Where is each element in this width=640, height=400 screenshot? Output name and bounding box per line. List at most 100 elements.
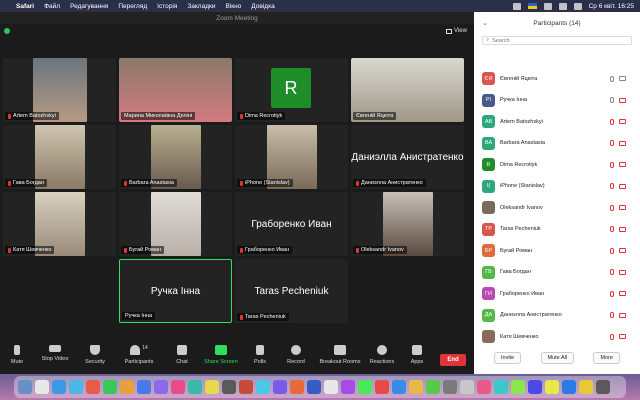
video-tile[interactable]: Oleksandr Ivanov: [351, 192, 464, 256]
record-button[interactable]: Record: [277, 345, 315, 365]
security-button[interactable]: Security: [76, 345, 114, 365]
video-off-icon: [619, 248, 626, 254]
video-tile[interactable]: Taras Pecheniuk Taras Pecheniuk: [235, 259, 348, 323]
dock-app-icon[interactable]: [171, 380, 185, 394]
participant-row[interactable]: ГИ Граборенко Иван: [474, 283, 640, 305]
menu-edit[interactable]: Редагування: [70, 3, 108, 10]
video-tile[interactable]: iPhone (Stanislav): [235, 125, 348, 189]
end-meeting-button[interactable]: End: [440, 354, 466, 366]
dock-app-icon[interactable]: [562, 380, 576, 394]
dock-app-icon[interactable]: [137, 380, 151, 394]
reactions-button[interactable]: Reactions: [363, 345, 401, 365]
dock-app-icon[interactable]: [494, 380, 508, 394]
participant-name: Dima Recrotiyk: [500, 161, 538, 168]
share-screen-button[interactable]: Share Screen: [202, 345, 240, 365]
dock-app-icon[interactable]: [239, 380, 253, 394]
video-tile[interactable]: Гава Богдан: [3, 125, 116, 189]
video-tile-active-speaker[interactable]: Ручка Інна Ручка Інна: [119, 259, 232, 323]
video-tile[interactable]: Марина Миколаївна Деліні: [119, 58, 232, 122]
invite-button[interactable]: Invite: [494, 352, 522, 364]
participant-row[interactable]: ГБ Гава Богдан: [474, 262, 640, 284]
dock-app-icon[interactable]: [188, 380, 202, 394]
dock-app-icon[interactable]: [460, 380, 474, 394]
keyboard-layout-icon[interactable]: [527, 3, 537, 9]
dock-app-icon[interactable]: [273, 380, 287, 394]
dock-app-icon[interactable]: [290, 380, 304, 394]
participant-row[interactable]: AB Artem Batozhskyi: [474, 111, 640, 133]
dock-app-icon[interactable]: [52, 380, 66, 394]
video-tile[interactable]: Artem Batozhskyi: [3, 58, 116, 122]
dock-app-icon[interactable]: [375, 380, 389, 394]
mute-all-button[interactable]: Mute All: [540, 352, 575, 364]
participant-status-icons: [610, 118, 626, 125]
video-tile[interactable]: Граборенко Иван Граборенко Иван: [235, 192, 348, 256]
menu-help[interactable]: Довідка: [251, 3, 274, 10]
participant-row[interactable]: R Dima Recrotiyk: [474, 154, 640, 176]
panel-title: Participants (14): [533, 19, 581, 27]
dock-app-icon[interactable]: [154, 380, 168, 394]
dock-app-icon[interactable]: [579, 380, 593, 394]
participant-row[interactable]: Катя Шевченко: [474, 326, 640, 348]
dock-app-icon[interactable]: [392, 380, 406, 394]
view-button[interactable]: View: [446, 28, 467, 34]
dock-app-icon[interactable]: [409, 380, 423, 394]
menu-app[interactable]: Safari: [16, 3, 34, 10]
dock-app-icon[interactable]: [222, 380, 236, 394]
video-tile[interactable]: Бугай Роман: [119, 192, 232, 256]
dock-app-icon[interactable]: [35, 380, 49, 394]
search-input[interactable]: [492, 37, 603, 44]
dock-app-icon[interactable]: [358, 380, 372, 394]
control-center-icon[interactable]: [573, 2, 582, 10]
dock-app-icon[interactable]: [545, 380, 559, 394]
dock-app-icon[interactable]: [426, 380, 440, 394]
menu-file[interactable]: Файл: [44, 3, 60, 10]
dock-app-icon[interactable]: [103, 380, 117, 394]
zoom-status-icon[interactable]: [512, 2, 521, 10]
breakout-rooms-button[interactable]: Breakout Rooms: [319, 345, 361, 365]
dock-app-icon[interactable]: [18, 380, 32, 394]
stop-video-button[interactable]: Stop Video: [36, 345, 74, 362]
polls-button[interactable]: Polls: [241, 345, 279, 365]
participant-search[interactable]: ⌕: [482, 36, 632, 45]
dock-app-icon[interactable]: [324, 380, 338, 394]
dock-app-icon[interactable]: [256, 380, 270, 394]
mute-button[interactable]: Mute: [0, 345, 36, 365]
participant-row[interactable]: BA Barbara Anastasia: [474, 133, 640, 155]
video-tile[interactable]: R Dima Recrotiyk: [235, 58, 348, 122]
dock-app-icon[interactable]: [511, 380, 525, 394]
menu-window[interactable]: Вікно: [225, 3, 241, 10]
more-button[interactable]: More: [593, 352, 620, 364]
menu-history[interactable]: Історія: [157, 3, 177, 10]
video-tile[interactable]: Barbara Anastasia: [119, 125, 232, 189]
video-tile[interactable]: Євгеній Яцюта: [351, 58, 464, 122]
datetime[interactable]: Ср 6 квіт. 16:25: [589, 3, 634, 10]
dock-app-icon[interactable]: [307, 380, 321, 394]
dock-app-icon[interactable]: [86, 380, 100, 394]
participant-row[interactable]: ЄЯ Євгеній Яцюта: [474, 68, 640, 90]
video-tile[interactable]: Даниэлла Анистратенко Даниэлла Анистрате…: [351, 125, 464, 189]
chevron-down-icon[interactable]: ⌄: [482, 19, 488, 27]
dock-app-icon[interactable]: [596, 380, 610, 394]
participant-row[interactable]: TP Taras Pecheniuk: [474, 219, 640, 241]
participants-button[interactable]: 14 Participants: [120, 345, 158, 365]
dock-app-icon[interactable]: [477, 380, 491, 394]
menu-view[interactable]: Перегляд: [118, 3, 147, 10]
dock-app-icon[interactable]: [341, 380, 355, 394]
participant-row[interactable]: I(iPhone (Stanislav): [474, 176, 640, 198]
encryption-shield-icon[interactable]: [4, 28, 10, 34]
video-tile[interactable]: Катя Шевченко: [3, 192, 116, 256]
dock-app-icon[interactable]: [443, 380, 457, 394]
dock-app-icon[interactable]: [528, 380, 542, 394]
wifi-icon[interactable]: [543, 2, 552, 10]
participant-row[interactable]: РІ Ручка Інна: [474, 90, 640, 112]
dock-app-icon[interactable]: [69, 380, 83, 394]
apps-button[interactable]: Apps: [398, 345, 436, 365]
dock-app-icon[interactable]: [120, 380, 134, 394]
dock-app-icon[interactable]: [205, 380, 219, 394]
chat-button[interactable]: Chat: [163, 345, 201, 365]
participant-row[interactable]: Oleksandr Ivanov: [474, 197, 640, 219]
participant-row[interactable]: БР Бугай Роман: [474, 240, 640, 262]
participant-row[interactable]: ДА Даниэлла Анистратенко: [474, 305, 640, 327]
search-icon[interactable]: [558, 2, 567, 10]
menu-bookmarks[interactable]: Закладки: [187, 3, 215, 10]
